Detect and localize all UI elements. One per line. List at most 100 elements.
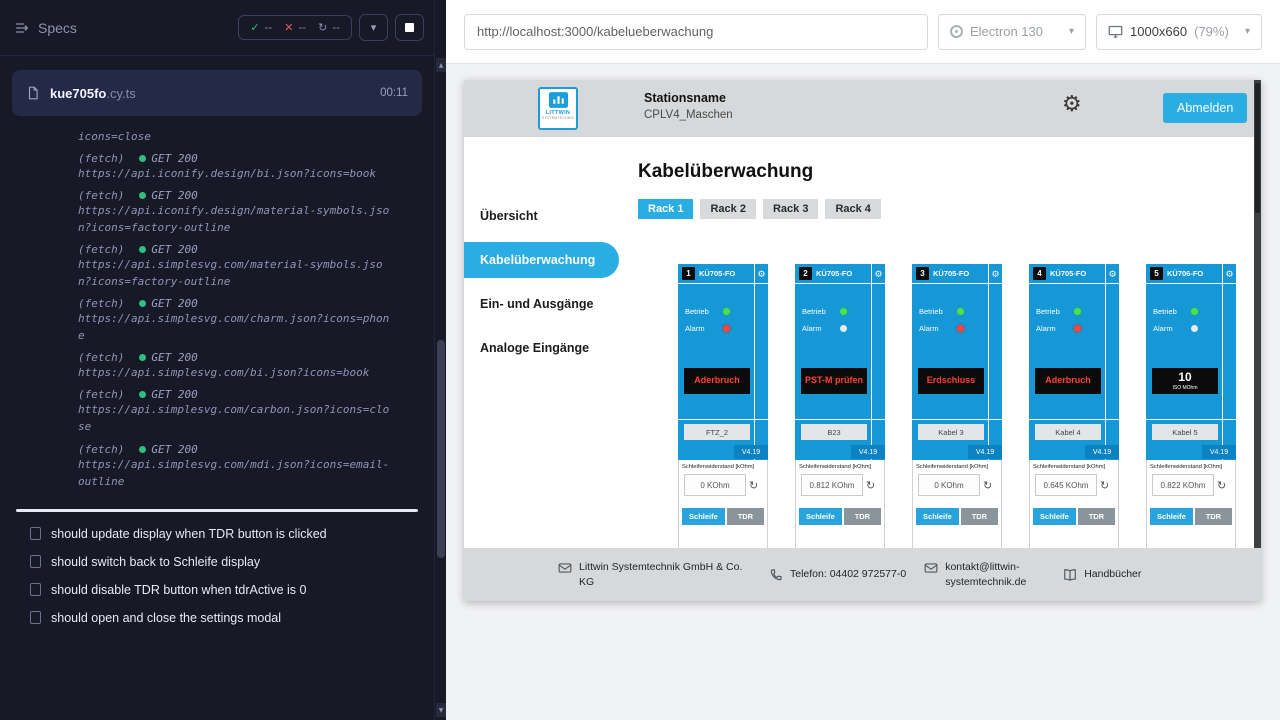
log-entry[interactable]: (fetch)GET 200 https://api.simplesvg.com… <box>78 443 390 490</box>
log-entry[interactable]: (fetch)GET 200 https://api.simplesvg.com… <box>78 351 390 381</box>
sidebar-nav: Übersicht Kabelüberwachung Ein- und Ausg… <box>464 137 624 548</box>
sidebar-item-uebersicht[interactable]: Übersicht <box>464 194 624 238</box>
test-item[interactable]: should update display when TDR button is… <box>0 520 434 548</box>
card-settings-icon[interactable]: ⚙ <box>757 270 765 280</box>
refresh-icon[interactable]: ↻ <box>983 480 992 491</box>
specs-menu-button[interactable]: Specs <box>14 20 77 36</box>
test-item[interactable]: should open and close the settings modal <box>0 604 434 632</box>
spec-file-name: kue705fo.cy.ts <box>50 86 136 101</box>
log-entry[interactable]: (fetch)GET 200 https://api.simplesvg.com… <box>78 297 390 344</box>
sidebar-item-analoge-eingaenge[interactable]: Analoge Eingänge <box>464 326 624 370</box>
refresh-icon[interactable]: ↻ <box>1217 480 1226 491</box>
card-side-strip: ⚙ <box>754 264 768 460</box>
specs-list-icon <box>14 20 30 36</box>
schleife-button[interactable]: Schleife <box>799 508 842 525</box>
tdr-button[interactable]: TDR <box>727 508 764 525</box>
status-display: Erdschluss <box>918 368 984 394</box>
test-list: should update display when TDR button is… <box>0 520 434 632</box>
scroll-down-icon[interactable]: ▼ <box>436 703 446 717</box>
iso-value: 10 <box>1178 371 1191 384</box>
browser-selector[interactable]: Electron 130 ▾ <box>938 14 1086 50</box>
runner-scrollbar[interactable]: ▲ ▼ <box>434 0 446 720</box>
test-title: should switch back to Schleife display <box>51 555 260 569</box>
tdr-button[interactable]: TDR <box>1078 508 1115 525</box>
spec-doc-icon <box>30 527 41 540</box>
status-dot-icon <box>139 391 146 398</box>
spec-file-row[interactable]: kue705fo.cy.ts 00:11 <box>12 70 422 116</box>
card-number: 4 <box>1033 267 1046 280</box>
footer-manuals-link[interactable]: Handbücher <box>1063 567 1141 582</box>
schleife-button[interactable]: Schleife <box>1150 508 1193 525</box>
card-model: KÜ706-FO <box>1167 269 1203 278</box>
log-entry[interactable]: (fetch)GET 200 https://api.simplesvg.com… <box>78 388 390 435</box>
logo-mark-icon <box>549 92 568 108</box>
sidebar-item-ein-und-ausgaenge[interactable]: Ein- und Ausgänge <box>464 282 624 326</box>
test-item[interactable]: should disable TDR button when tdrActive… <box>0 576 434 604</box>
footer-phone[interactable]: Telefon: 04402 972577-0 <box>769 567 906 582</box>
device-card-4: 4 KÜ705-FO ⚙ Betrieb Alarm Aderbruch Kab… <box>1029 264 1119 556</box>
spec-timer: 00:11 <box>380 87 408 99</box>
littwin-logo: LITTWIN SYSTEMTECHNIK <box>538 87 578 130</box>
scrollbar-thumb[interactable] <box>1255 83 1260 213</box>
refresh-icon: ↻ <box>318 21 327 34</box>
betrieb-led <box>1074 308 1081 315</box>
refresh-icon[interactable]: ↻ <box>1100 480 1109 491</box>
address-bar[interactable] <box>464 14 928 50</box>
card-settings-icon[interactable]: ⚙ <box>991 270 999 280</box>
test-title: should update display when TDR button is… <box>51 527 327 541</box>
card-settings-icon[interactable]: ⚙ <box>874 270 882 280</box>
card-settings-icon[interactable]: ⚙ <box>1225 270 1233 280</box>
test-item[interactable]: should switch back to Schleife display <box>0 548 434 576</box>
tdr-button[interactable]: TDR <box>961 508 998 525</box>
test-stats[interactable]: ✓-- ✕-- ↻-- <box>238 15 352 40</box>
app-scrollbar[interactable] <box>1254 80 1261 548</box>
cypress-runner-panel: Specs ✓-- ✕-- ↻-- ▾ kue705fo.cy.ts 00:11… <box>0 0 434 720</box>
card-side-strip: ⚙ <box>988 264 1002 460</box>
footer-company[interactable]: Littwin Systemtechnik GmbH & Co. KG <box>558 560 751 588</box>
tdr-button[interactable]: TDR <box>1195 508 1232 525</box>
scroll-up-icon[interactable]: ▲ <box>436 58 446 72</box>
file-icon <box>26 85 40 101</box>
station-info: Stationsname CPLV4_Maschen <box>644 91 733 121</box>
card-number: 5 <box>1150 267 1163 280</box>
tdr-button[interactable]: TDR <box>844 508 881 525</box>
settings-gear-icon[interactable]: ⚙ <box>1062 94 1082 116</box>
footer-email[interactable]: kontakt@littwin-systemtechnik.de <box>924 560 1045 588</box>
device-card-2: 2 KÜ705-FO ⚙ Betrieb Alarm PST-M prüfen … <box>795 264 885 556</box>
log-entry[interactable]: icons=close <box>78 128 390 145</box>
stop-button[interactable] <box>395 14 424 41</box>
log-entry[interactable]: (fetch)GET 200 https://api.iconify.desig… <box>78 189 390 236</box>
cable-name: Kabel 4 <box>1035 424 1101 440</box>
station-name: CPLV4_Maschen <box>644 109 733 121</box>
tab-rack-3[interactable]: Rack 3 <box>763 199 818 219</box>
logout-button[interactable]: Abmelden <box>1163 93 1247 123</box>
scrollbar-thumb[interactable] <box>437 340 445 558</box>
log-entry[interactable]: (fetch)GET 200 https://api.iconify.desig… <box>78 152 390 182</box>
card-settings-icon[interactable]: ⚙ <box>1108 270 1116 280</box>
card-side-strip: ⚙ <box>871 264 885 460</box>
status-display: Aderbruch <box>684 368 750 394</box>
card-number: 2 <box>799 267 812 280</box>
measurement-label: Schleifenwiderstand [kOhm] <box>1030 460 1118 470</box>
mail-icon <box>558 561 572 575</box>
app-footer: Littwin Systemtechnik GmbH & Co. KG Tele… <box>464 548 1261 601</box>
viewport-selector[interactable]: 1000x660 (79%) ▾ <box>1096 14 1262 50</box>
refresh-icon[interactable]: ↻ <box>866 480 875 491</box>
tab-rack-1[interactable]: Rack 1 <box>638 199 693 219</box>
sidebar-item-kabelueberwachung[interactable]: Kabelüberwachung <box>464 242 619 278</box>
stat-pending: ↻-- <box>318 21 340 34</box>
stop-icon <box>405 23 414 32</box>
schleife-button[interactable]: Schleife <box>682 508 725 525</box>
iso-unit: ISO MOhm <box>1172 385 1197 391</box>
device-card-3: 3 KÜ705-FO ⚙ Betrieb Alarm Erdschluss Ka… <box>912 264 1002 556</box>
check-icon: ✓ <box>250 21 259 34</box>
schleife-button[interactable]: Schleife <box>1033 508 1076 525</box>
page-title: Kabelüberwachung <box>638 161 1254 183</box>
collapse-button[interactable]: ▾ <box>359 14 388 41</box>
tab-rack-2[interactable]: Rack 2 <box>700 199 755 219</box>
firmware-version: V4.19 <box>734 445 768 459</box>
log-entry[interactable]: (fetch)GET 200 https://api.simplesvg.com… <box>78 243 390 290</box>
refresh-icon[interactable]: ↻ <box>749 480 758 491</box>
schleife-button[interactable]: Schleife <box>916 508 959 525</box>
tab-rack-4[interactable]: Rack 4 <box>825 199 880 219</box>
